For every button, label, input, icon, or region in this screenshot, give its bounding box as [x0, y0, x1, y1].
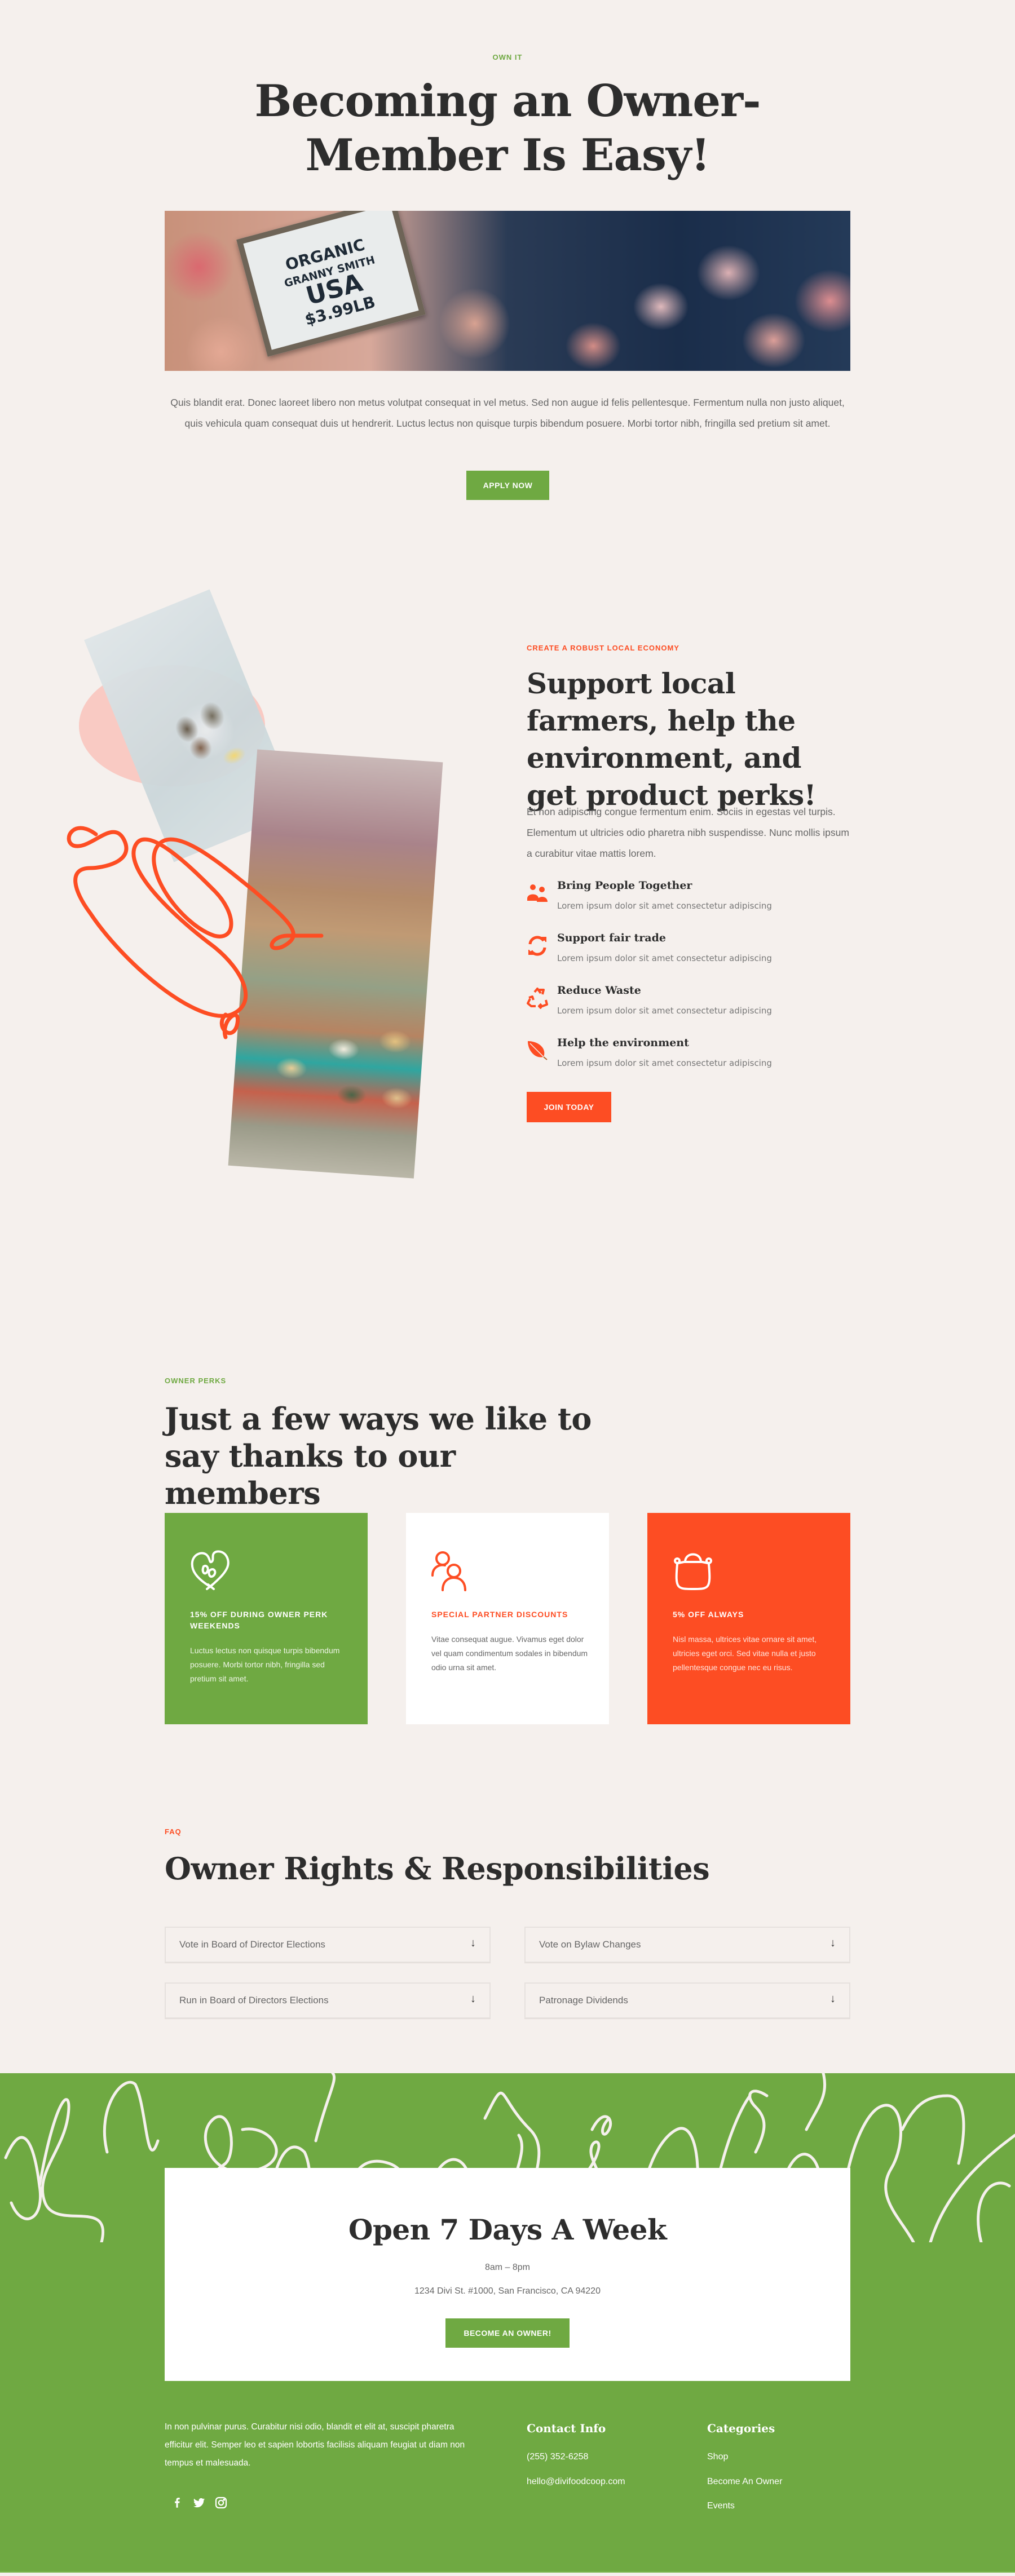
perk-card-owner-weekends: 15% OFF DURING OWNER PERK WEEKENDS Luctu…: [165, 1513, 368, 1724]
feature-desc: Lorem ipsum dolor sit amet consectetur a…: [557, 1058, 772, 1068]
twitter-icon[interactable]: [192, 2496, 206, 2509]
contact-phone[interactable]: (255) 352-6258: [527, 2452, 588, 2462]
faq-question: Patronage Dividends: [539, 1995, 628, 2006]
arrow-down-icon[interactable]: ↓: [470, 1937, 476, 1950]
feature-title: Reduce Waste: [557, 984, 641, 997]
perk-desc: Luctus lectus non quisque turpis bibendu…: [190, 1646, 340, 1683]
category-link-events[interactable]: Events: [707, 2501, 735, 2511]
faq-eyebrow: FAQ: [165, 1827, 182, 1836]
become-owner-button[interactable]: BECOME AN OWNER!: [445, 2318, 570, 2348]
categories-heading: Categories: [707, 2422, 775, 2435]
hours-card: Open 7 Days A Week 8am – 8pm 1234 Divi S…: [165, 2168, 850, 2381]
instagram-icon[interactable]: [214, 2496, 228, 2509]
footer-bottom-edge: [0, 2571, 1015, 2576]
own-it-eyebrow: OWN IT: [492, 53, 523, 61]
feature-title: Help the environment: [557, 1037, 689, 1049]
join-today-button[interactable]: JOIN TODAY: [527, 1092, 611, 1122]
faq-toggle-vote-bylaw-changes[interactable]: Vote on Bylaw Changes ↓: [524, 1927, 850, 1963]
squiggle-decoration: [67, 826, 324, 1039]
faq-question: Run in Board of Directors Elections: [179, 1995, 329, 2006]
opening-hours: 8am – 8pm: [484, 2263, 531, 2272]
faq-toggle-patronage-dividends[interactable]: Patronage Dividends ↓: [524, 1982, 850, 2019]
footer-about-text: In non pulvinar purus. Curabitur nisi od…: [165, 2422, 465, 2468]
perk-desc: Nisl massa, ultrices vitae ornare sit am…: [673, 1635, 817, 1672]
refresh-icon: [527, 935, 548, 957]
feature-desc: Lorem ipsum dolor sit amet consectetur a…: [557, 953, 772, 963]
perks-eyebrow: OWNER PERKS: [165, 1376, 227, 1385]
feature-title: Bring People Together: [557, 879, 692, 892]
intro-text: Quis blandit erat. Donec laoreet libero …: [170, 397, 845, 429]
bag-icon: [673, 1550, 713, 1592]
perk-title: SPECIAL PARTNER DISCOUNTS: [431, 1610, 568, 1619]
store-address: 1234 Divi St. #1000, San Francisco, CA 9…: [414, 2286, 601, 2296]
faq-question: Vote in Board of Director Elections: [179, 1939, 325, 1950]
image-collage: [56, 575, 519, 1268]
arrow-down-icon[interactable]: ↓: [830, 1937, 836, 1950]
feature-desc: Lorem ipsum dolor sit amet consectetur a…: [557, 1006, 772, 1016]
contact-email[interactable]: hello@divifoodcoop.com: [527, 2477, 625, 2487]
faq-question: Vote on Bylaw Changes: [539, 1939, 641, 1950]
faq-title: Owner Rights & Responsibilities: [165, 1851, 710, 1887]
leaf-icon: [527, 1040, 548, 1061]
perk-title: 5% OFF ALWAYS: [673, 1610, 744, 1619]
users-icon: [431, 1550, 472, 1592]
hero-image: ORGANIC GRANNY SMITH USA $3.99LB: [165, 211, 850, 371]
category-link-shop[interactable]: Shop: [707, 2452, 728, 2462]
category-link-become-owner[interactable]: Become An Owner: [707, 2477, 782, 2487]
recycle-icon: [527, 988, 548, 1010]
perk-card-partner-discounts: SPECIAL PARTNER DISCOUNTS Vitae consequa…: [406, 1513, 609, 1724]
arrow-down-icon[interactable]: ↓: [830, 1993, 836, 2006]
faq-toggle-vote-board-elections[interactable]: Vote in Board of Director Elections ↓: [165, 1927, 491, 1963]
faq-toggle-run-board-elections[interactable]: Run in Board of Directors Elections ↓: [165, 1982, 491, 2019]
page-title: Becoming an Owner-Member Is Easy!: [254, 76, 761, 181]
people-icon: [527, 883, 548, 904]
apply-now-button[interactable]: APPLY NOW: [466, 471, 549, 500]
heart-sprout-icon: [190, 1550, 231, 1592]
perk-desc: Vitae consequat augue. Vivamus eget dolo…: [431, 1635, 588, 1672]
price-sign: ORGANIC GRANNY SMITH USA $3.99LB: [236, 211, 426, 357]
feature-title: Support fair trade: [557, 932, 666, 944]
arrow-down-icon[interactable]: ↓: [470, 1993, 476, 2006]
hours-title: Open 7 Days A Week: [348, 2213, 667, 2246]
perks-title: Just a few ways we like to say thanks to…: [165, 1401, 592, 1511]
perk-card-always-discount: 5% OFF ALWAYS Nisl massa, ultrices vitae…: [647, 1513, 850, 1724]
feature-desc: Lorem ipsum dolor sit amet consectetur a…: [557, 901, 772, 911]
contact-info-heading: Contact Info: [527, 2422, 606, 2435]
local-economy-text: Et non adipiscing congue fermentum enim.…: [527, 806, 849, 859]
facebook-icon[interactable]: [170, 2496, 184, 2509]
perk-title: 15% OFF DURING OWNER PERK WEEKENDS: [190, 1610, 328, 1630]
local-economy-title: Support local farmers, help the environm…: [527, 667, 817, 812]
local-economy-eyebrow: CREATE A ROBUST LOCAL ECONOMY: [527, 644, 679, 652]
